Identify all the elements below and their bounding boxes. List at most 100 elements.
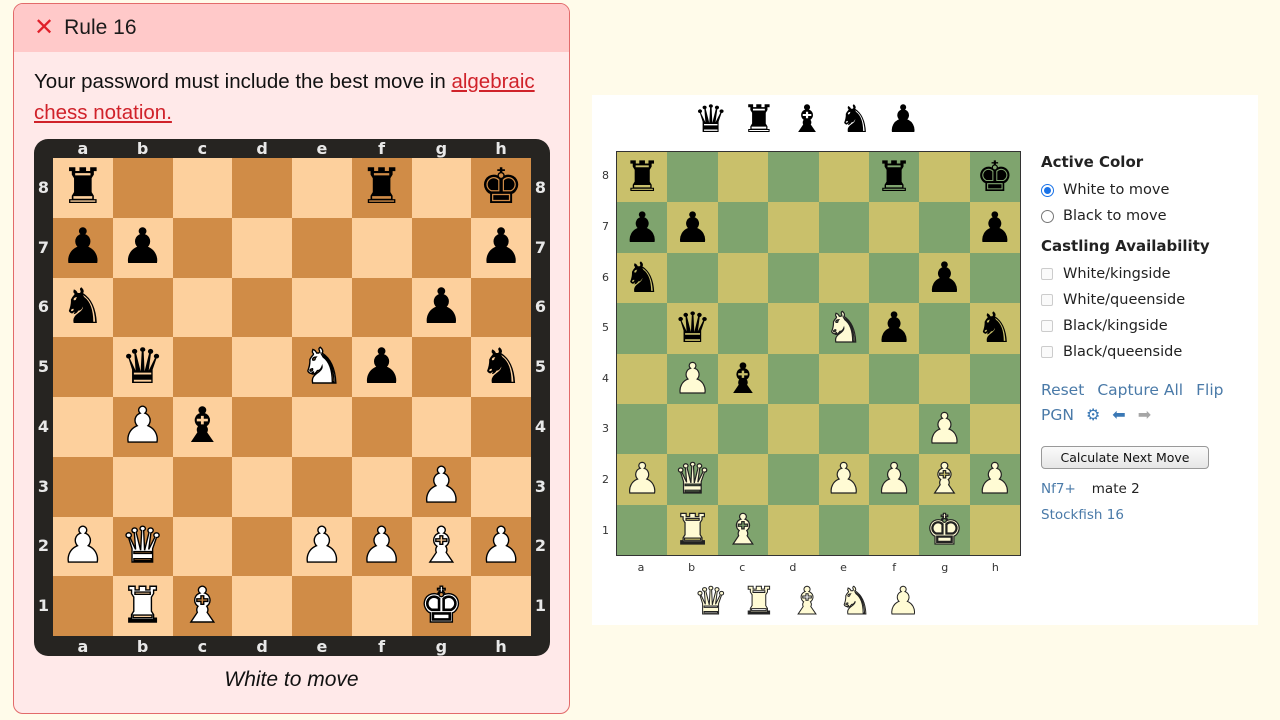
- square-f2[interactable]: ♟: [868, 454, 920, 505]
- square-d5[interactable]: [232, 337, 292, 397]
- square-a4[interactable]: [53, 397, 113, 457]
- white-queen-icon[interactable]: ♛: [120, 521, 165, 571]
- square-h1[interactable]: [969, 504, 1020, 555]
- black-knight-icon[interactable]: ♞: [61, 282, 105, 332]
- black-knight-icon[interactable]: ♞: [838, 101, 872, 139]
- square-f7[interactable]: [868, 202, 920, 253]
- square-g4[interactable]: [919, 353, 970, 404]
- square-e2[interactable]: ♟: [292, 516, 352, 577]
- white-pawn-icon[interactable]: ♟: [925, 407, 964, 450]
- square-c5[interactable]: [172, 337, 233, 397]
- square-h8[interactable]: ♚: [969, 152, 1020, 203]
- square-f8[interactable]: ♜: [351, 158, 412, 218]
- square-f5[interactable]: ♟: [351, 337, 412, 397]
- black-pawn-icon[interactable]: ♟: [479, 223, 523, 272]
- black-knight-icon[interactable]: ♞: [976, 307, 1014, 349]
- white-queen-icon[interactable]: ♛: [673, 457, 712, 500]
- square-c4[interactable]: ♝: [172, 397, 233, 457]
- square-g3[interactable]: ♟: [411, 456, 472, 517]
- white-king-icon[interactable]: ♚: [419, 580, 464, 630]
- white-king-icon[interactable]: ♚: [925, 508, 964, 551]
- white-bishop-icon[interactable]: ♝: [925, 457, 964, 500]
- black-pawn-icon[interactable]: ♟: [875, 307, 913, 349]
- square-h3[interactable]: [471, 456, 531, 517]
- arrow-right-icon[interactable]: ➡: [1138, 405, 1151, 424]
- square-a2[interactable]: ♟: [53, 516, 113, 577]
- square-f4[interactable]: [868, 353, 920, 404]
- best-move-link[interactable]: Nf7+: [1041, 481, 1076, 497]
- square-a3[interactable]: [617, 403, 668, 455]
- checkbox[interactable]: [1041, 268, 1053, 280]
- square-g5[interactable]: [919, 303, 970, 354]
- square-d7[interactable]: [768, 202, 819, 253]
- square-a6[interactable]: ♞: [53, 277, 113, 338]
- square-e6[interactable]: [818, 252, 869, 304]
- square-d1[interactable]: [768, 504, 819, 555]
- white-pawn-icon[interactable]: ♟: [886, 583, 921, 622]
- square-a3[interactable]: [53, 456, 113, 517]
- black-bishop-icon[interactable]: ♝: [790, 101, 824, 139]
- black-bishop-icon[interactable]: ♝: [180, 402, 224, 451]
- black-pawn-icon[interactable]: ♟: [976, 206, 1014, 249]
- radio-black-to-move[interactable]: Black to move: [1041, 203, 1251, 229]
- square-c1[interactable]: ♝: [172, 576, 233, 636]
- black-pawn-icon[interactable]: ♟: [926, 256, 964, 299]
- square-d8[interactable]: [768, 152, 819, 203]
- square-h7[interactable]: ♟: [969, 202, 1020, 253]
- white-pawn-icon[interactable]: ♟: [120, 401, 165, 451]
- square-g6[interactable]: ♟: [411, 277, 472, 338]
- square-c7[interactable]: [172, 217, 233, 278]
- square-e8[interactable]: [292, 158, 352, 218]
- analysis-board[interactable]: ♜ ♜ ♚ ♟ ♟ ♟ ♞ ♟ ♛ ♞ ♟ ♞ ♟ ♝ ♟ ♟ ♛ ♟ ♟ ♝ ♟ ♜ ♝ ♚: [616, 151, 1021, 556]
- square-g1[interactable]: ♚: [919, 504, 970, 555]
- radio-button[interactable]: [1041, 209, 1054, 223]
- black-rook-icon[interactable]: ♜: [623, 156, 661, 198]
- black-rook-icon[interactable]: ♜: [742, 101, 776, 139]
- white-rook-icon[interactable]: ♜: [673, 508, 712, 551]
- white-pawn-icon[interactable]: ♟: [824, 457, 863, 500]
- square-d4[interactable]: [232, 397, 292, 457]
- square-a1[interactable]: [53, 576, 113, 636]
- black-pawn-icon[interactable]: ♟: [674, 206, 712, 249]
- square-f8[interactable]: ♜: [868, 152, 920, 203]
- square-e5[interactable]: ♞: [818, 303, 869, 354]
- reset-link[interactable]: Reset: [1041, 381, 1084, 399]
- square-a6[interactable]: ♞: [617, 252, 668, 304]
- black-rook-icon[interactable]: ♜: [875, 156, 913, 198]
- square-h6[interactable]: [471, 277, 531, 338]
- square-b3[interactable]: [667, 403, 718, 455]
- square-b5[interactable]: ♛: [112, 337, 173, 397]
- black-king-icon[interactable]: ♚: [976, 156, 1014, 198]
- square-b5[interactable]: ♛: [667, 303, 718, 354]
- checkbox[interactable]: [1041, 346, 1053, 358]
- black-king-icon[interactable]: ♚: [479, 163, 523, 212]
- square-e1[interactable]: [818, 504, 869, 555]
- square-c4[interactable]: ♝: [717, 353, 769, 404]
- black-knight-icon[interactable]: ♞: [479, 342, 523, 392]
- square-f6[interactable]: [351, 277, 412, 338]
- square-c3[interactable]: [172, 456, 233, 517]
- square-c3[interactable]: [717, 403, 769, 455]
- square-c2[interactable]: [172, 516, 233, 577]
- black-queen-icon[interactable]: ♛: [121, 342, 165, 392]
- square-g5[interactable]: [411, 337, 472, 397]
- square-f3[interactable]: [351, 456, 412, 517]
- white-knight-icon[interactable]: ♞: [299, 341, 344, 391]
- square-g8[interactable]: [919, 152, 970, 203]
- square-f1[interactable]: [868, 504, 920, 555]
- black-rook-icon[interactable]: ♜: [61, 163, 105, 212]
- square-g3[interactable]: ♟: [919, 403, 970, 455]
- white-pawn-icon[interactable]: ♟: [875, 457, 914, 500]
- square-d7[interactable]: [232, 217, 292, 278]
- square-d3[interactable]: [232, 456, 292, 517]
- square-g2[interactable]: ♝: [411, 516, 472, 577]
- square-f1[interactable]: [351, 576, 412, 636]
- square-c7[interactable]: [717, 202, 769, 253]
- square-g2[interactable]: ♝: [919, 454, 970, 505]
- square-d1[interactable]: [232, 576, 292, 636]
- white-bishop-icon[interactable]: ♝: [419, 521, 464, 571]
- checkbox-white-kingside[interactable]: White/kingside: [1041, 261, 1251, 287]
- square-c2[interactable]: [717, 454, 769, 505]
- square-d3[interactable]: [768, 403, 819, 455]
- white-rook-icon[interactable]: ♜: [741, 583, 776, 622]
